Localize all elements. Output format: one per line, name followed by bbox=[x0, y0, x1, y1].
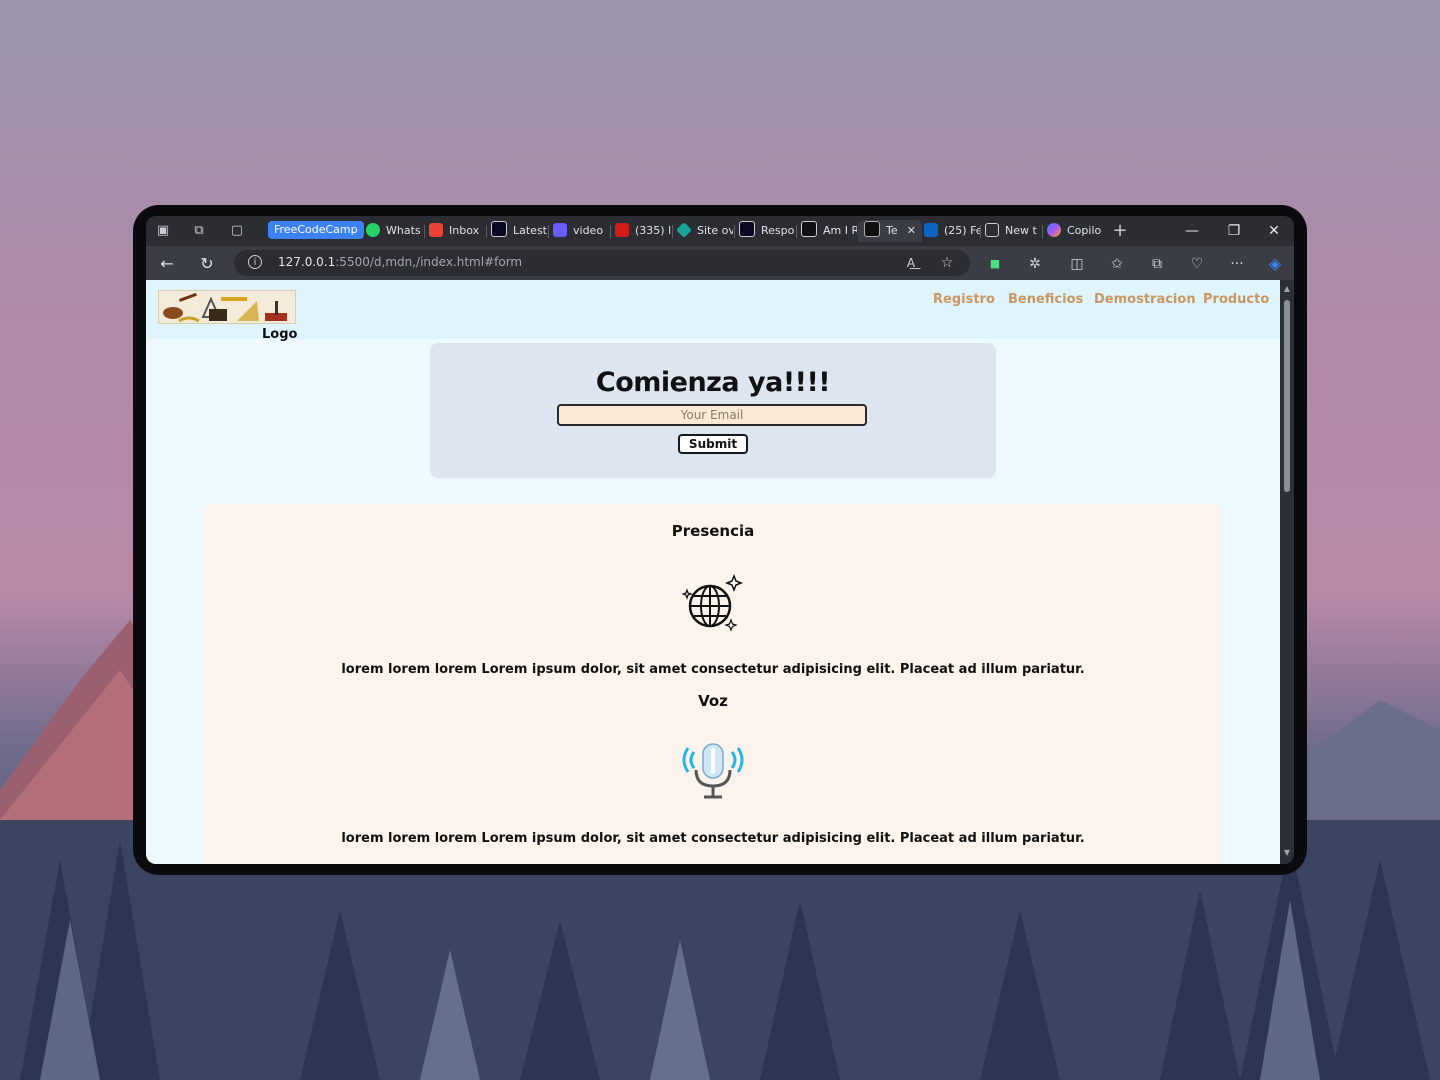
minimize-icon[interactable]: — bbox=[1182, 221, 1202, 241]
gmail-icon bbox=[429, 223, 443, 237]
copilot-sidebar-icon[interactable]: ◈ bbox=[1264, 253, 1286, 275]
netlify-icon bbox=[677, 222, 692, 238]
feature-title-presencia: Presencia bbox=[671, 522, 755, 540]
copilot-icon bbox=[1047, 223, 1061, 237]
tab-group-freecodecamp[interactable]: FreeCodeCamp bbox=[268, 221, 364, 239]
refresh-icon[interactable]: ↻ bbox=[196, 253, 218, 275]
url-text[interactable]: 127.0.0.1:5500/d,mdn,/index.html#form bbox=[278, 255, 522, 269]
browser-essentials-icon[interactable]: ♡ bbox=[1186, 253, 1208, 275]
browser-window: ▣ ⧉ ▢ FreeCodeCamp Whats Inbox Latest vi… bbox=[146, 216, 1294, 864]
whatsapp-icon bbox=[366, 223, 380, 237]
scroll-up-icon[interactable]: ▲ bbox=[1283, 284, 1291, 293]
tab-video[interactable]: video bbox=[553, 220, 609, 242]
scroll-down-icon[interactable]: ▼ bbox=[1283, 848, 1291, 857]
page-viewport: Logo Registro Beneficios Demostracion Pr… bbox=[146, 280, 1280, 864]
tab-latest[interactable]: Latest bbox=[491, 220, 547, 242]
read-aloud-icon[interactable]: A͟ bbox=[900, 252, 922, 274]
tab-actions-icon[interactable]: ▢ bbox=[228, 222, 246, 240]
microphone-icon bbox=[682, 743, 744, 799]
tab-separator bbox=[734, 225, 735, 238]
tab-separator bbox=[1042, 225, 1043, 238]
nav-link-registro[interactable]: Registro bbox=[933, 292, 995, 307]
instruments-illustration bbox=[163, 292, 287, 323]
tab-separator bbox=[610, 225, 611, 238]
address-toolbar: ← ↻ i 127.0.0.1:5500/d,mdn,/index.html#f… bbox=[146, 246, 1294, 280]
site-header: Logo Registro Beneficios Demostracion Pr… bbox=[146, 280, 1280, 342]
tab-separator bbox=[672, 225, 673, 238]
tab-separator bbox=[486, 225, 487, 238]
tab-separator bbox=[548, 225, 549, 238]
submit-button[interactable]: Submit bbox=[678, 434, 748, 454]
logo-image bbox=[158, 290, 296, 324]
tab-site-overview[interactable]: Site ov bbox=[677, 220, 733, 242]
address-bar[interactable]: i 127.0.0.1:5500/d,mdn,/index.html#form … bbox=[234, 250, 970, 276]
tab-responsive[interactable]: Respo bbox=[739, 220, 795, 242]
tab-youtube[interactable]: (335) l bbox=[615, 220, 671, 242]
close-window-icon[interactable]: ✕ bbox=[1264, 221, 1284, 241]
favorite-star-icon[interactable]: ☆ bbox=[936, 252, 958, 274]
nav-link-beneficios[interactable]: Beneficios bbox=[1008, 292, 1083, 307]
scroll-thumb[interactable] bbox=[1284, 300, 1290, 492]
tab-separator bbox=[796, 225, 797, 238]
collections-icon[interactable]: ⧉ bbox=[1146, 253, 1168, 275]
youtube-icon bbox=[615, 223, 629, 237]
feature-title-voz: Voz bbox=[698, 692, 728, 710]
freecodecamp-icon bbox=[491, 221, 507, 237]
profile-icon[interactable]: ▣ bbox=[154, 222, 172, 240]
hero-title: Comienza ya!!!! bbox=[595, 367, 831, 398]
split-screen-icon[interactable]: ◫ bbox=[1066, 253, 1088, 275]
feature-text-presencia: lorem lorem lorem Lorem ipsum dolor, sit… bbox=[341, 662, 1085, 677]
extensions-icon[interactable]: ✲ bbox=[1024, 253, 1046, 275]
page-icon bbox=[864, 221, 880, 237]
tablet-frame: ▣ ⧉ ▢ FreeCodeCamp Whats Inbox Latest vi… bbox=[133, 205, 1307, 875]
tab-linkedin[interactable]: (25) Fe bbox=[924, 220, 980, 242]
features-section: Presencia lorem lorem lorem Lorem ipsum … bbox=[204, 504, 1222, 864]
tab-separator bbox=[424, 225, 425, 238]
new-tab-button[interactable]: + bbox=[1111, 222, 1129, 240]
nav-link-demostracion[interactable]: Demostracion bbox=[1094, 292, 1196, 307]
tab-strip: ▣ ⧉ ▢ FreeCodeCamp Whats Inbox Latest vi… bbox=[146, 216, 1294, 246]
restore-icon[interactable]: ❐ bbox=[1224, 221, 1244, 241]
tab-active[interactable]: Te ✕ bbox=[858, 220, 922, 242]
tab-am-i-responsive[interactable]: Am I R bbox=[801, 220, 857, 242]
video-icon bbox=[553, 223, 567, 237]
back-icon[interactable]: ← bbox=[156, 253, 178, 275]
signup-form-section: Comienza ya!!!! Your Email Submit bbox=[430, 343, 996, 478]
feature-text-voz: lorem lorem lorem Lorem ipsum dolor, sit… bbox=[341, 831, 1085, 846]
more-menu-icon[interactable]: ··· bbox=[1226, 253, 1248, 275]
logo-label: Logo bbox=[262, 327, 298, 342]
freecodecamp-icon bbox=[739, 221, 755, 237]
tab-new-tab[interactable]: New t bbox=[985, 220, 1041, 242]
linkedin-icon bbox=[924, 223, 938, 237]
email-input[interactable]: Your Email bbox=[557, 404, 867, 426]
globe-icon bbox=[682, 573, 744, 632]
ui-icon bbox=[801, 221, 817, 237]
site-info-icon[interactable]: i bbox=[248, 255, 262, 269]
close-tab-icon[interactable]: ✕ bbox=[907, 220, 916, 242]
tab-separator bbox=[980, 225, 981, 238]
tab-copilot[interactable]: Copilo bbox=[1047, 220, 1103, 242]
extension-icon[interactable]: ■ bbox=[984, 253, 1006, 275]
tab-gmail[interactable]: Inbox bbox=[429, 220, 485, 242]
vertical-scrollbar[interactable]: ▲ ▼ bbox=[1280, 280, 1294, 864]
nav-link-producto[interactable]: Producto bbox=[1203, 292, 1269, 307]
workspaces-icon[interactable]: ⧉ bbox=[190, 222, 208, 240]
new-tab-icon bbox=[985, 223, 999, 237]
favorites-icon[interactable]: ✩ bbox=[1106, 253, 1128, 275]
tab-whatsapp[interactable]: Whats bbox=[366, 220, 422, 242]
